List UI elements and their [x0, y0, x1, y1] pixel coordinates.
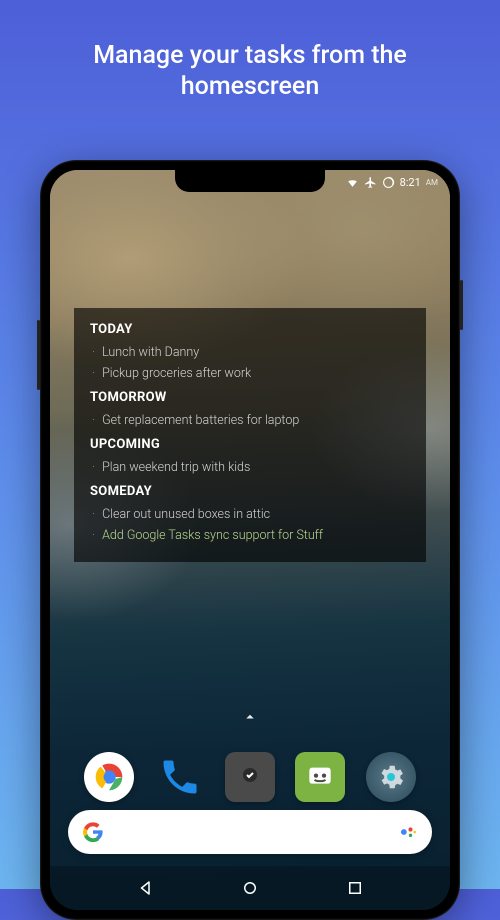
widget-task-item[interactable]: Pickup groceries after work: [90, 363, 410, 384]
phone-icon: [158, 755, 202, 799]
widget-task-item[interactable]: Add Google Tasks sync support for Stuff: [90, 525, 410, 546]
phone-app-icon[interactable]: [155, 752, 205, 802]
app-drawer-handle[interactable]: [241, 708, 259, 730]
phone-screen: 8:21 AM TODAY Lunch with DannyPickup groc…: [50, 170, 450, 910]
messages-icon: [304, 761, 336, 793]
nav-back-icon[interactable]: [137, 879, 155, 897]
widget-section: TODAY Lunch with DannyPickup groceries af…: [90, 322, 410, 384]
tasks-widget[interactable]: TODAY Lunch with DannyPickup groceries af…: [74, 308, 426, 562]
status-bar: 8:21 AM: [346, 170, 438, 194]
hero-line1: Manage your tasks from the: [93, 41, 407, 70]
messages-app-icon[interactable]: [295, 752, 345, 802]
wifi-icon: [346, 176, 359, 189]
hero-text: Manage your tasks from the homescreen: [0, 0, 500, 123]
search-bar[interactable]: [68, 810, 432, 854]
airplane-icon: [364, 176, 377, 189]
settings-app-icon[interactable]: [366, 752, 416, 802]
hero-line2: homescreen: [181, 72, 319, 101]
widget-task-item[interactable]: Get replacement batteries for laptop: [90, 410, 410, 431]
widget-task-item[interactable]: Plan weekend trip with kids: [90, 457, 410, 478]
status-ampm: AM: [426, 178, 438, 187]
checkmark-icon: [238, 765, 262, 789]
dock: [50, 752, 450, 802]
widget-task-item[interactable]: Clear out unused boxes in attic: [90, 504, 410, 525]
google-logo-icon: [82, 821, 104, 843]
battery-icon: [382, 176, 395, 189]
widget-section: TOMORROW Get replacement batteries for la…: [90, 390, 410, 431]
nav-recent-icon[interactable]: [346, 879, 364, 897]
widget-section-header: SOMEDAY: [90, 484, 410, 499]
assistant-icon[interactable]: [398, 822, 418, 842]
widget-section-header: UPCOMING: [90, 437, 410, 452]
gear-icon: [376, 762, 406, 792]
nav-bar: [50, 866, 450, 910]
widget-section: SOMEDAY Clear out unused boxes in atticAd…: [90, 484, 410, 546]
phone-frame: 8:21 AM TODAY Lunch with DannyPickup groc…: [40, 160, 460, 920]
widget-section: UPCOMING Plan weekend trip with kids: [90, 437, 410, 478]
chrome-icon: [89, 757, 129, 797]
widget-task-item[interactable]: Lunch with Danny: [90, 342, 410, 363]
widget-section-header: TODAY: [90, 322, 410, 337]
chrome-app-icon[interactable]: [84, 752, 134, 802]
status-time: 8:21: [400, 176, 421, 189]
chevron-up-icon: [241, 708, 259, 726]
notch: [175, 170, 325, 192]
widget-section-header: TOMORROW: [90, 390, 410, 405]
nav-home-icon[interactable]: [241, 879, 259, 897]
tasks-app-icon[interactable]: [225, 752, 275, 802]
